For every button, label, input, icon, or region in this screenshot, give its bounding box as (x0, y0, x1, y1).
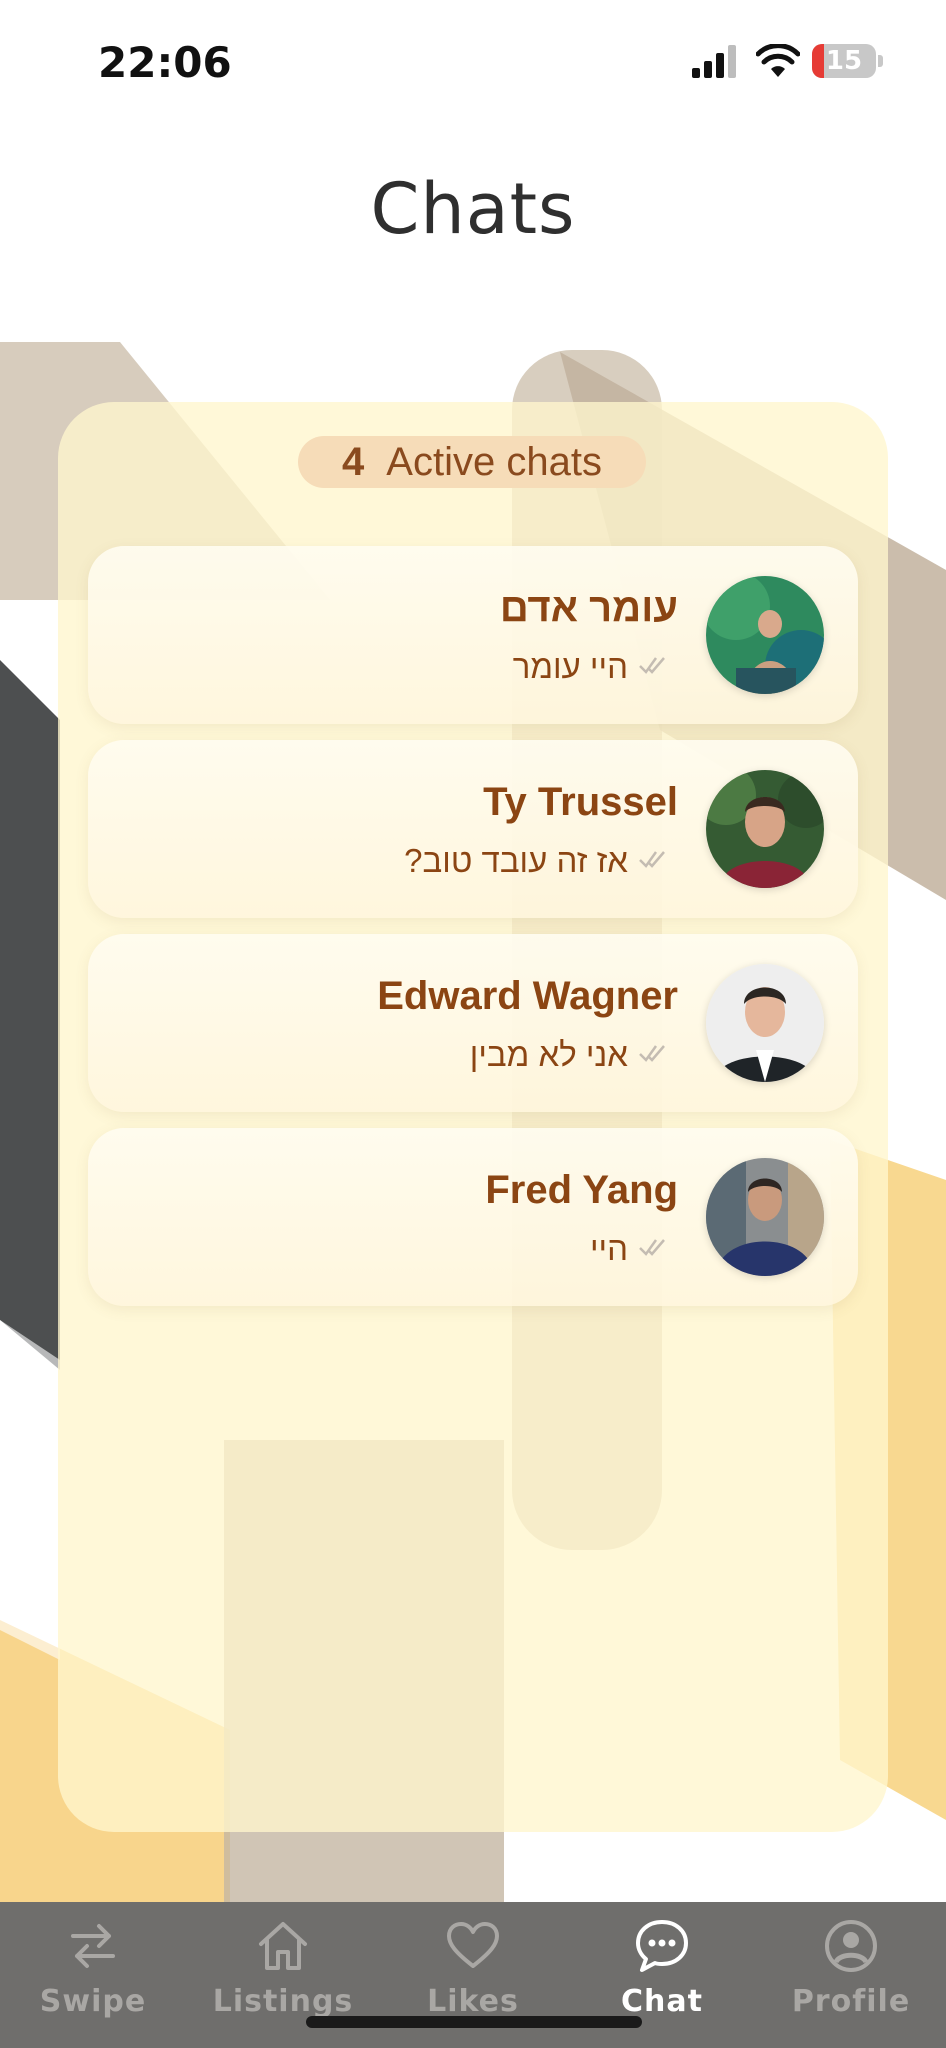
swap-arrows-icon (71, 1924, 115, 1968)
battery-icon: 15 (812, 44, 884, 80)
tab-label: Listings (212, 1984, 354, 2019)
contact-avatar[interactable] (706, 576, 824, 694)
double-check-icon (639, 851, 665, 868)
user-circle-icon (825, 1920, 877, 1972)
chat-contact-name: Edward Wagner (377, 974, 678, 1018)
tab-label: Swipe (39, 1984, 147, 2019)
chat-list-item[interactable]: Ty Trussel אז זה עובד טוב? (88, 740, 858, 918)
active-chats-label: Active chats (386, 439, 602, 484)
chat-last-message: אז זה עובד טוב? (404, 842, 628, 879)
home-indicator[interactable] (306, 2016, 642, 2028)
wifi-icon (756, 44, 800, 77)
chat-list-item[interactable]: Fred Yang היי (88, 1128, 858, 1306)
chat-contact-name: Fred Yang (485, 1168, 678, 1212)
chat-contact-name: עומר אדם (499, 586, 678, 630)
battery-level: 15 (825, 46, 863, 76)
chat-last-message: היי עומר (512, 648, 628, 685)
heart-icon (447, 1922, 499, 1968)
tab-label: Likes (427, 1984, 519, 2019)
double-check-icon (639, 1239, 665, 1256)
contact-avatar[interactable] (706, 770, 824, 888)
contact-avatar[interactable] (706, 1158, 824, 1276)
tab-profile[interactable]: Profile (756, 1918, 946, 2038)
tab-label: Chat (621, 1984, 703, 2019)
tab-label: Profile (791, 1984, 911, 2019)
page-title: Chats (370, 168, 576, 250)
home-icon (259, 1922, 307, 1970)
chat-list-item[interactable]: עומר אדם היי עומר (88, 546, 858, 724)
chat-last-message: אני לא מבין (469, 1036, 628, 1073)
status-bar: 22:06 15 (0, 0, 946, 120)
chat-bubble-icon (636, 1920, 688, 1972)
active-chats-badge: 4 Active chats (298, 436, 646, 488)
tab-swipe[interactable]: Swipe (0, 1918, 188, 2038)
double-check-icon (639, 657, 665, 674)
active-chats-count: 4 (342, 439, 365, 484)
contact-avatar[interactable] (706, 964, 824, 1082)
chat-list-item[interactable]: Edward Wagner אני לא מבין (88, 934, 858, 1112)
chat-contact-name: Ty Trussel (483, 780, 678, 824)
double-check-icon (639, 1045, 665, 1062)
cellular-signal-icon (692, 45, 736, 78)
status-time: 22:06 (98, 38, 232, 87)
chat-last-message: היי (589, 1230, 628, 1267)
